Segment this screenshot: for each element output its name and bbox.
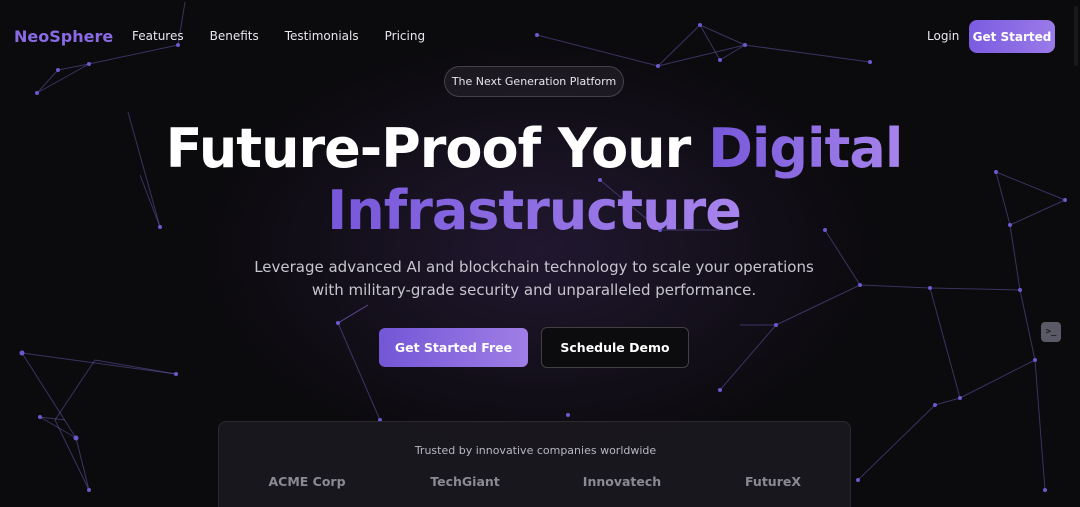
- headline-accent-digital: Digital: [708, 117, 903, 180]
- schedule-demo-button[interactable]: Schedule Demo: [541, 327, 689, 368]
- get-started-free-button[interactable]: Get Started Free: [379, 328, 528, 367]
- trusted-title: Trusted by innovative companies worldwid…: [414, 444, 657, 457]
- platform-badge: The Next Generation Platform: [444, 66, 624, 97]
- top-navigation: NeoSphere Features Benefits Testimonials…: [0, 0, 1080, 72]
- get-started-button[interactable]: Get Started: [969, 20, 1055, 53]
- terminal-icon[interactable]: >_: [1041, 322, 1061, 342]
- brand-logo[interactable]: NeoSphere: [14, 27, 113, 46]
- nav-link-benefits[interactable]: Benefits: [210, 29, 259, 43]
- nav-link-testimonials[interactable]: Testimonials: [285, 29, 359, 43]
- company-logo-futurex: FutureX: [745, 474, 801, 489]
- subtitle-line-2: with military-grade security and unparal…: [311, 281, 757, 299]
- nav-links: Features Benefits Testimonials Pricing: [132, 29, 451, 43]
- headline-plain: Future-Proof Your: [165, 117, 692, 180]
- login-link[interactable]: Login: [927, 29, 959, 43]
- trusted-by-card: Trusted by innovative companies worldwid…: [218, 421, 851, 507]
- headline-accent-infrastructure: Infrastructure: [327, 179, 742, 242]
- hero-subtitle: Leverage advanced AI and blockchain tech…: [234, 256, 834, 302]
- company-logo-acme: ACME Corp: [268, 474, 346, 489]
- scrollbar[interactable]: [1072, 0, 1080, 507]
- hero-headline: Future-Proof Your Digital Infrastructure: [0, 118, 1068, 242]
- company-logo-innovatech: Innovatech: [582, 474, 662, 489]
- subtitle-line-1: Leverage advanced AI and blockchain tech…: [254, 258, 814, 276]
- company-logo-techgiant: TechGiant: [430, 474, 500, 489]
- nav-link-features[interactable]: Features: [132, 29, 184, 43]
- nav-link-pricing[interactable]: Pricing: [385, 29, 425, 43]
